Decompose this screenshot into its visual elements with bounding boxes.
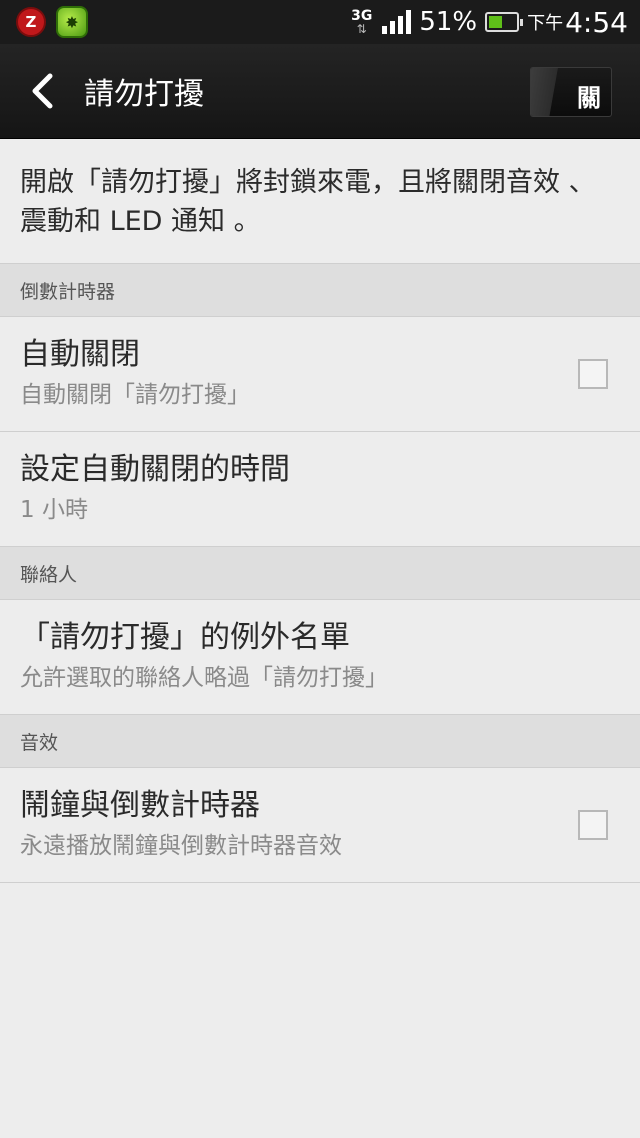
auto-off-subtitle: 自動關閉「請勿打擾」 — [20, 382, 250, 408]
alarm-timer-checkbox[interactable] — [578, 810, 608, 840]
exception-list-title: 「請勿打擾」的例外名單 — [20, 620, 350, 655]
shield-app-icon: ✸ — [56, 6, 88, 38]
data-arrows-icon: ⇅ — [356, 22, 367, 36]
network-type: 3G — [351, 8, 373, 24]
toggle-label: 關 — [577, 84, 601, 112]
system-icons: 3G ⇅ 51% 下午 4:54 — [351, 0, 628, 44]
section-header-contacts: 聯絡人 — [0, 547, 640, 600]
auto-off-time-row[interactable]: 設定自動關閉的時間 1 小時 — [0, 432, 640, 547]
auto-off-time-value: 1 小時 — [20, 497, 88, 523]
dnd-toggle[interactable]: 關 — [530, 67, 612, 117]
auto-off-row[interactable]: 自動關閉 自動關閉「請勿打擾」 — [0, 317, 640, 432]
description-text: 開啟「請勿打擾」將封鎖來電，且將關閉音效 、震動和 LED 通知 。 — [0, 139, 640, 264]
alarm-timer-subtitle: 永遠播放鬧鐘與倒數計時器音效 — [20, 833, 342, 859]
toggle-thumb — [531, 68, 567, 116]
battery-icon — [485, 12, 524, 32]
auto-off-time-title: 設定自動關閉的時間 — [20, 452, 290, 487]
auto-off-title: 自動關閉 — [20, 337, 140, 372]
status-bar: Z ✸ 3G ⇅ 51% 下午 4:54 — [0, 0, 640, 44]
z-app-icon: Z — [16, 7, 46, 37]
battery-fill — [489, 16, 503, 28]
alarm-timer-row[interactable]: 鬧鐘與倒數計時器 永遠播放鬧鐘與倒數計時器音效 — [0, 768, 640, 883]
page-title: 請勿打擾 — [84, 77, 204, 112]
notification-icons: Z ✸ — [0, 6, 88, 38]
exception-list-row[interactable]: 「請勿打擾」的例外名單 允許選取的聯絡人略過「請勿打擾」 — [0, 600, 640, 715]
alarm-timer-title: 鬧鐘與倒數計時器 — [20, 788, 260, 823]
action-bar: 請勿打擾 關 — [0, 44, 640, 139]
section-header-sound: 音效 — [0, 715, 640, 768]
time-prefix: 下午 — [527, 13, 564, 34]
exception-list-subtitle: 允許選取的聯絡人略過「請勿打擾」 — [20, 665, 388, 691]
battery-percent: 51% — [419, 7, 478, 37]
network-3g-icon: 3G ⇅ — [351, 9, 372, 35]
section-header-countdown: 倒數計時器 — [0, 264, 640, 317]
auto-off-checkbox[interactable] — [578, 359, 608, 389]
back-arrow-icon[interactable] — [30, 73, 58, 109]
clock: 4:54 — [565, 5, 628, 39]
signal-icon — [382, 10, 412, 34]
